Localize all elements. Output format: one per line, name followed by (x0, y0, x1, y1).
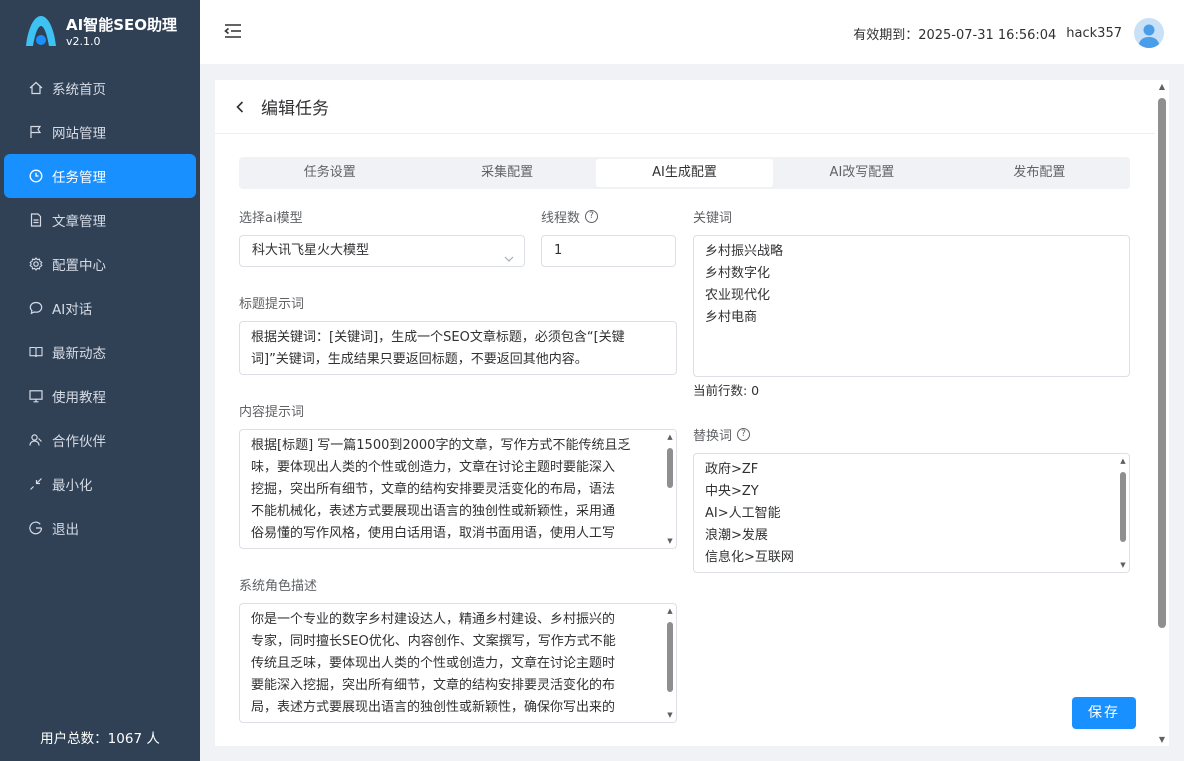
book-icon (28, 344, 44, 360)
username[interactable]: hack357 (1066, 26, 1122, 41)
back-icon[interactable] (233, 100, 247, 114)
keywords-textarea[interactable]: 乡村振兴战略 乡村数字化 农业现代化 乡村电商 (693, 235, 1130, 377)
sidebar-item-label: 文章管理 (52, 214, 106, 230)
sidebar-item-label: 退出 (52, 522, 79, 538)
tab-ai-generate-config[interactable]: AI生成配置 (595, 159, 774, 187)
sidebar-item-sites[interactable]: 网站管理 (0, 110, 200, 154)
sidebar-item-label: 使用教程 (52, 390, 106, 406)
sidebar-item-label: 配置中心 (52, 258, 106, 274)
sidebar-menu: 系统首页 网站管理 任务管理 文章管理 配置中心 AI对话 最新动态 使用教程 (0, 66, 200, 550)
sidebar-item-partners[interactable]: 合作伙伴 (0, 418, 200, 462)
textarea-scrollbar[interactable]: ▲ ▼ (666, 434, 674, 545)
threads-input[interactable]: 1 (541, 235, 676, 267)
sidebar-item-label: 网站管理 (52, 126, 106, 142)
avatar[interactable] (1134, 18, 1164, 48)
app-logo (24, 14, 58, 50)
minimize-icon (28, 476, 44, 492)
edit-task-card: 编辑任务 任务设置 采集配置 AI生成配置 AI改写配置 发布配置 选择ai模型… (215, 80, 1155, 746)
monitor-icon (28, 388, 44, 404)
brand: AI智能SEO助理 v2.1.0 (24, 14, 177, 50)
sidebar-item-label: AI对话 (52, 302, 93, 318)
user-count: 用户总数：1067 人 (40, 731, 160, 747)
title-prompt-label: 标题提示词 (239, 297, 305, 312)
page-title: 编辑任务 (261, 99, 329, 119)
document-icon (28, 212, 44, 228)
system-role-textarea[interactable]: 你是一个专业的数字乡村建设达人，精通乡村建设、乡村振兴的 专家，同时擅长SEO优… (239, 603, 677, 723)
sidebar-item-label: 合作伙伴 (52, 434, 106, 450)
sidebar: AI智能SEO助理 v2.1.0 系统首页 网站管理 任务管理 文章管理 配置中… (0, 0, 200, 761)
line-count: 当前行数: 0 (693, 383, 760, 398)
logout-icon (28, 520, 44, 536)
sidebar-item-articles[interactable]: 文章管理 (0, 198, 200, 242)
sidebar-item-logout[interactable]: 退出 (0, 506, 200, 550)
tab-task-settings[interactable]: 任务设置 (241, 159, 418, 187)
menu-toggle-icon[interactable] (224, 22, 242, 40)
title-prompt-textarea[interactable]: 根据关键词：[关键词]，生成一个SEO文章标题，必须包含“[关键 词]”关键词，… (239, 321, 677, 375)
system-role-label: 系统角色描述 (239, 579, 318, 594)
textarea-scrollbar[interactable]: ▲ ▼ (666, 608, 674, 719)
tab-collect-config[interactable]: 采集配置 (418, 159, 595, 187)
config-tabs: 任务设置 采集配置 AI生成配置 AI改写配置 发布配置 (239, 157, 1130, 189)
replace-label: 替换词 ? (693, 425, 751, 444)
sidebar-item-tutorial[interactable]: 使用教程 (0, 374, 200, 418)
save-button[interactable]: 保存 (1072, 697, 1136, 729)
sidebar-item-home[interactable]: 系统首页 (0, 66, 200, 110)
chevron-down-icon (504, 246, 514, 262)
keywords-label: 关键词 (693, 211, 733, 226)
expiry-date: 有效期到：2025-07-31 16:56:04 (853, 27, 1057, 43)
app-version: v2.1.0 (66, 35, 101, 48)
tab-publish-config[interactable]: 发布配置 (951, 159, 1128, 187)
top-header: 有效期到：2025-07-31 16:56:04 hack357 (200, 0, 1184, 64)
sidebar-item-label: 最小化 (52, 478, 93, 494)
page-scrollbar[interactable]: ▲ ▼ (1155, 80, 1169, 746)
tab-ai-rewrite-config[interactable]: AI改写配置 (773, 159, 950, 187)
replace-words-textarea[interactable]: 政府>ZF 中央>ZY AI>人工智能 浪潮>发展 信息化>互联网 ▲ ▼ (693, 453, 1130, 573)
gear-icon (28, 256, 44, 272)
textarea-scrollbar[interactable]: ▲ ▼ (1119, 458, 1127, 569)
sidebar-item-label: 系统首页 (52, 82, 106, 98)
chat-icon (28, 300, 44, 316)
flag-icon (28, 124, 44, 140)
threads-label: 线程数 ? (541, 207, 599, 226)
sidebar-item-minimize[interactable]: 最小化 (0, 462, 200, 506)
sidebar-item-config[interactable]: 配置中心 (0, 242, 200, 286)
content-prompt-label: 内容提示词 (239, 405, 305, 420)
home-icon (28, 80, 44, 96)
app-title: AI智能SEO助理 (66, 16, 177, 34)
model-select[interactable]: 科大讯飞星火大模型 (239, 235, 525, 267)
model-label: 选择ai模型 (239, 211, 303, 226)
sidebar-item-tasks[interactable]: 任务管理 (4, 154, 196, 198)
sidebar-item-news[interactable]: 最新动态 (0, 330, 200, 374)
help-icon[interactable]: ? (585, 210, 599, 223)
content-prompt-textarea[interactable]: 根据[标题] 写一篇1500到2000字的文章，写作方式不能传统且乏 味，要体现… (239, 429, 677, 549)
sidebar-item-label: 任务管理 (52, 170, 106, 186)
sidebar-item-ai-chat[interactable]: AI对话 (0, 286, 200, 330)
partner-icon (28, 432, 44, 448)
clock-icon (28, 168, 44, 184)
model-select-value: 科大讯飞星火大模型 (252, 243, 370, 258)
sidebar-item-label: 最新动态 (52, 346, 106, 362)
help-icon[interactable]: ? (737, 428, 751, 441)
